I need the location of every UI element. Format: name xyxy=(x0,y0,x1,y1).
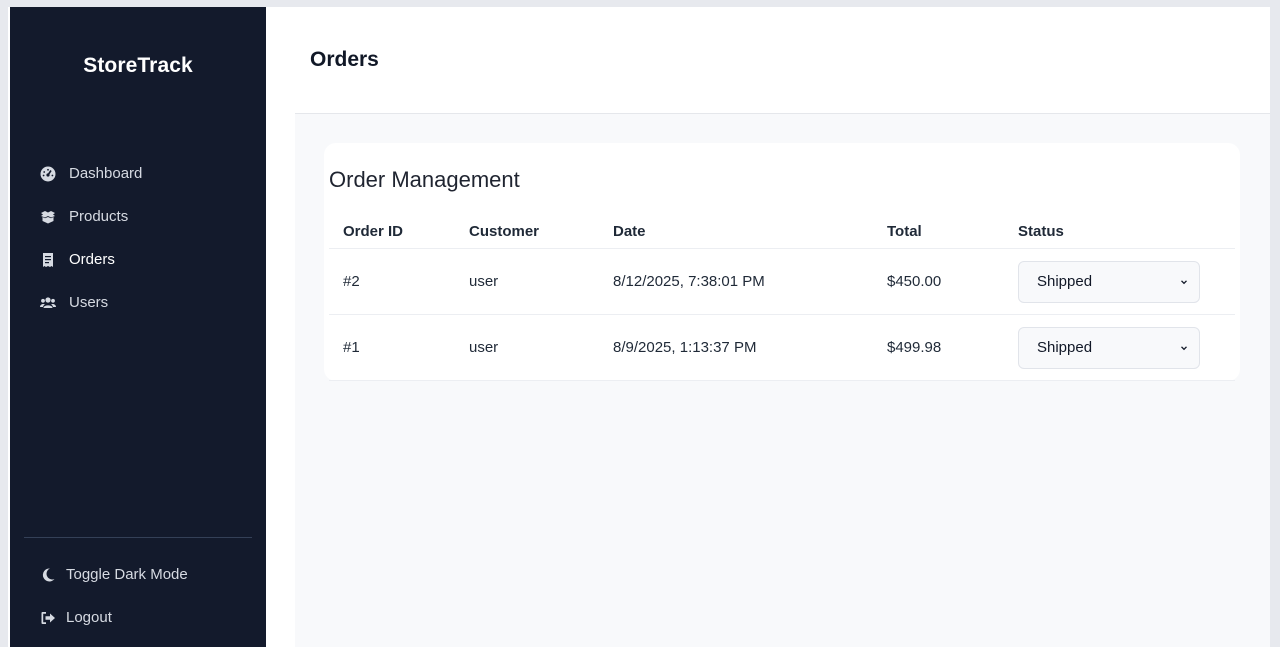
dashboard-icon xyxy=(39,165,56,182)
sidebar-item-products[interactable]: Products xyxy=(10,195,266,238)
moon-icon xyxy=(39,566,56,583)
chevron-down-icon xyxy=(1179,343,1189,353)
chevron-down-icon xyxy=(1179,277,1189,287)
boxes-icon xyxy=(39,208,56,225)
status-cell: Shipped xyxy=(1004,314,1235,381)
sidebar-item-label: Products xyxy=(69,208,129,225)
status-select[interactable]: Shipped xyxy=(1018,260,1200,303)
orders-table: Order ID Customer Date Total Status #2 u… xyxy=(329,215,1235,381)
sidebar-item-label: Dashboard xyxy=(69,165,143,182)
table-row: #2 user 8/12/2025, 7:38:01 PM $450.00 Sh… xyxy=(329,248,1235,315)
brand-logo[interactable]: StoreTrack xyxy=(10,54,266,78)
card-title: Order Management xyxy=(329,167,520,192)
sidebar-nav: Dashboard Products Orders Users xyxy=(10,152,266,324)
status-select[interactable]: Shipped xyxy=(1018,326,1200,369)
toggle-dark-mode-button[interactable]: Toggle Dark Mode xyxy=(10,553,266,596)
customer-cell: user xyxy=(455,314,599,381)
column-header-order-id: Order ID xyxy=(329,215,455,249)
users-icon xyxy=(39,294,56,311)
order-id-cell: #2 xyxy=(329,248,455,315)
sidebar-item-dashboard[interactable]: Dashboard xyxy=(10,152,266,195)
column-header-total: Total xyxy=(873,215,1004,249)
sidebar-item-users[interactable]: Users xyxy=(10,281,266,324)
sidebar-item-label: Users xyxy=(69,294,109,311)
order-management-card: Order Management Order ID Customer Date … xyxy=(324,143,1240,381)
column-header-date: Date xyxy=(599,215,873,249)
order-id-cell: #1 xyxy=(329,314,455,381)
sidebar-item-label: Orders xyxy=(69,251,115,268)
page-title: Orders xyxy=(310,48,379,71)
total-cell: $499.98 xyxy=(873,314,1004,381)
table-header-row: Order ID Customer Date Total Status xyxy=(329,215,1235,249)
sidebar-divider xyxy=(24,537,252,538)
logout-icon xyxy=(39,609,56,626)
customer-cell: user xyxy=(455,248,599,315)
receipt-icon xyxy=(39,251,56,268)
sidebar-item-orders[interactable]: Orders xyxy=(10,238,266,281)
main-content: Orders Order Management Order ID Custome… xyxy=(295,7,1270,647)
app-window: StoreTrack Dashboard Products Orders Use… xyxy=(8,7,1270,647)
status-select-value: Shipped xyxy=(1037,273,1093,290)
column-header-status: Status xyxy=(1004,215,1235,249)
total-cell: $450.00 xyxy=(873,248,1004,315)
logout-button[interactable]: Logout xyxy=(10,596,266,639)
status-select-value: Shipped xyxy=(1037,339,1093,356)
status-cell: Shipped xyxy=(1004,248,1235,315)
sidebar-bottom: Toggle Dark Mode Logout xyxy=(10,553,266,639)
table-row: #1 user 8/9/2025, 1:13:37 PM $499.98 Shi… xyxy=(329,314,1235,381)
logout-label: Logout xyxy=(66,609,112,626)
top-bar: Orders xyxy=(295,7,1270,114)
sidebar: StoreTrack Dashboard Products Orders Use… xyxy=(10,7,266,647)
date-cell: 8/12/2025, 7:38:01 PM xyxy=(599,248,873,315)
column-header-customer: Customer xyxy=(455,215,599,249)
toggle-dark-mode-label: Toggle Dark Mode xyxy=(66,566,188,583)
date-cell: 8/9/2025, 1:13:37 PM xyxy=(599,314,873,381)
